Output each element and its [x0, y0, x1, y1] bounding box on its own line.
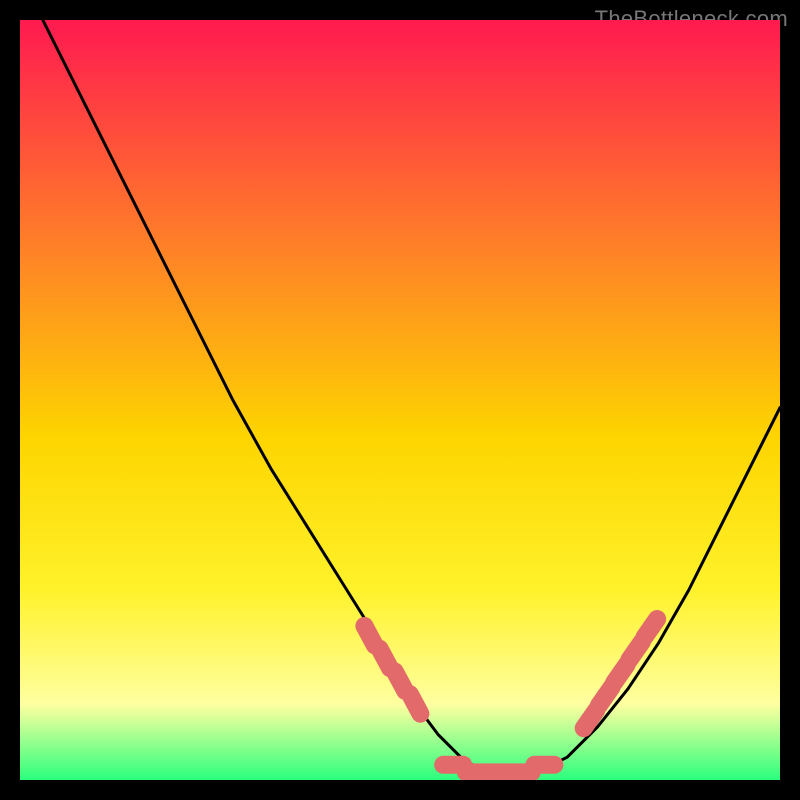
- chart-stage: TheBottleneck.com: [0, 0, 800, 800]
- marker-dot: [645, 619, 658, 637]
- marker-dot: [410, 694, 420, 713]
- plot-area: [20, 20, 780, 780]
- chart-svg: [20, 20, 780, 780]
